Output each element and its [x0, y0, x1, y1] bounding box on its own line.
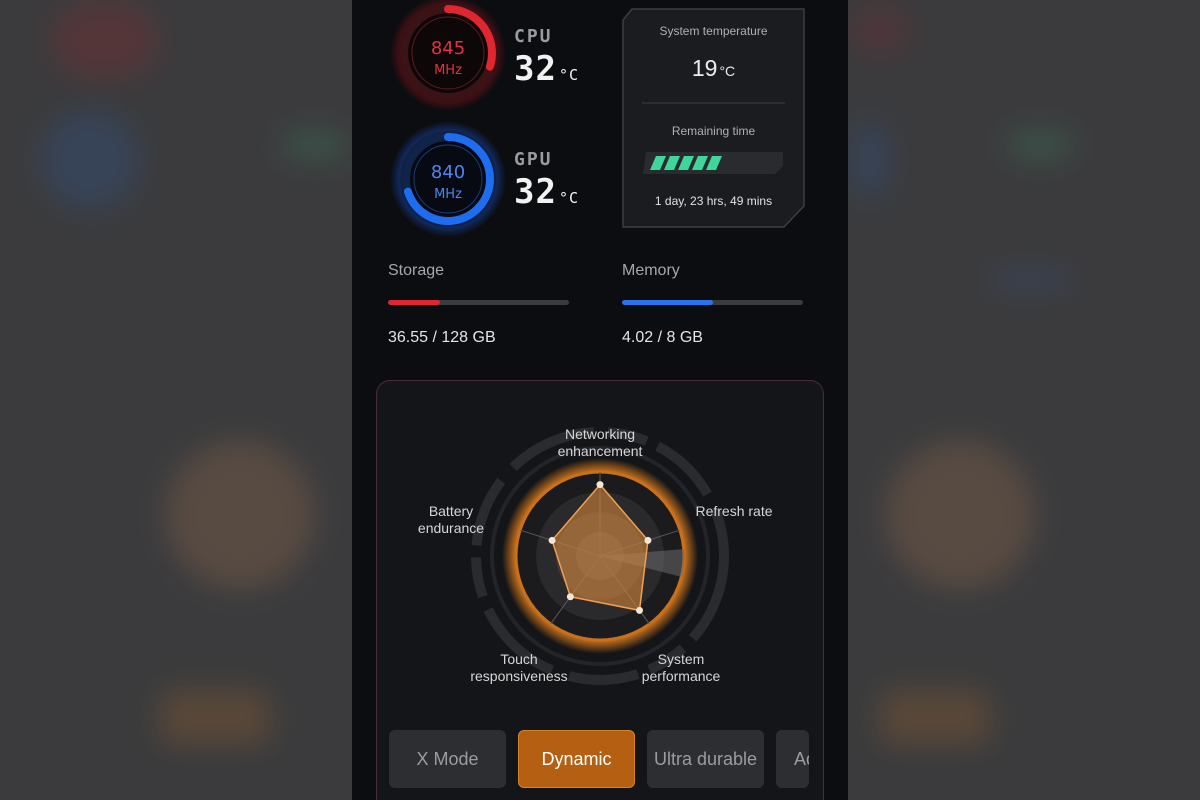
- radar-label-system-line2: performance: [641, 668, 721, 684]
- system-temperature-value: 19: [691, 55, 718, 81]
- cpu-gauge: 845 MHz: [388, 0, 508, 120]
- cpu-label: CPU: [514, 26, 553, 47]
- memory-bar-fill: [622, 300, 713, 305]
- remaining-time-label: Remaining time: [671, 124, 756, 138]
- performance-mode-card: Networking enhancement Refresh rate Syst…: [376, 380, 824, 800]
- radar-vertex: [548, 536, 556, 544]
- storage-label: Storage: [388, 262, 445, 279]
- memory-label: Memory: [622, 262, 680, 279]
- radar-label-refresh-rate: Refresh rate: [679, 503, 789, 520]
- radar-vertex: [635, 606, 643, 614]
- radar-label-networking-line2: enhancement: [557, 443, 643, 459]
- mode-advanced-button[interactable]: Ad: [776, 730, 809, 788]
- mode-ultra-durable-button[interactable]: Ultra durable: [647, 730, 764, 788]
- cpu-frequency-unit: MHz: [434, 63, 462, 78]
- cpu-frequency: 845: [430, 38, 466, 59]
- radar-vertex: [566, 593, 574, 601]
- radar-label-system-line1: System: [657, 651, 705, 667]
- radar-label-touch-line2: responsiveness: [470, 668, 568, 684]
- radar-label-refresh-line1: Refresh rate: [695, 503, 773, 519]
- remaining-time-value: 1 day, 23 hrs, 49 mins: [654, 194, 773, 208]
- storage-bar: [388, 300, 569, 305]
- memory-bar: [622, 300, 803, 305]
- radar-vertex: [596, 481, 604, 489]
- gpu-temperature: 32 °C: [514, 172, 579, 212]
- gpu-label: GPU: [514, 149, 553, 170]
- storage-value: 36.55 / 128 GB: [388, 329, 496, 346]
- cpu-temperature-value: 32: [514, 49, 557, 89]
- gpu-gauge: 840 MHz: [388, 120, 508, 240]
- mode-x-mode-button[interactable]: X Mode: [389, 730, 506, 788]
- battery-stripes: [650, 156, 722, 170]
- gpu-frequency-unit: MHz: [434, 187, 462, 202]
- system-temperature: 19 °C: [622, 55, 805, 82]
- cpu-temperature-unit: °C: [558, 66, 580, 84]
- cpu-gauge-ring: [390, 0, 506, 111]
- left-shade: [0, 0, 352, 800]
- game-genie-screen: 845 MHz CPU 32 °C 840 MHz GPU 32 °C Syst…: [352, 0, 848, 800]
- mode-dynamic-button[interactable]: Dynamic: [518, 730, 635, 788]
- radar-label-battery-endurance: Battery endurance: [405, 503, 497, 537]
- right-shade: [848, 0, 1200, 800]
- gpu-temperature-value: 32: [514, 172, 557, 212]
- memory-value: 4.02 / 8 GB: [622, 329, 703, 346]
- system-temperature-label: System temperature: [659, 24, 768, 38]
- radar-label-networking-line1: Networking: [564, 426, 636, 442]
- system-temperature-unit: °C: [719, 63, 736, 79]
- radar-label-system-performance: System performance: [621, 651, 741, 685]
- radar-label-touch-line1: Touch: [500, 651, 538, 667]
- radar-label-battery-line2: endurance: [417, 520, 485, 536]
- gpu-temperature-unit: °C: [558, 189, 580, 207]
- radar-label-touch-responsiveness: Touch responsiveness: [453, 651, 585, 685]
- storage-bar-fill: [388, 300, 440, 305]
- cpu-temperature: 32 °C: [514, 49, 579, 89]
- radar-vertex: [644, 536, 652, 544]
- radar-label-networking: Networking enhancement: [533, 426, 667, 460]
- system-status-panel: System temperature 19 °C Remaining time 1…: [622, 8, 805, 228]
- radar-label-battery-line1: Battery: [428, 503, 474, 519]
- gpu-frequency: 840: [430, 162, 466, 183]
